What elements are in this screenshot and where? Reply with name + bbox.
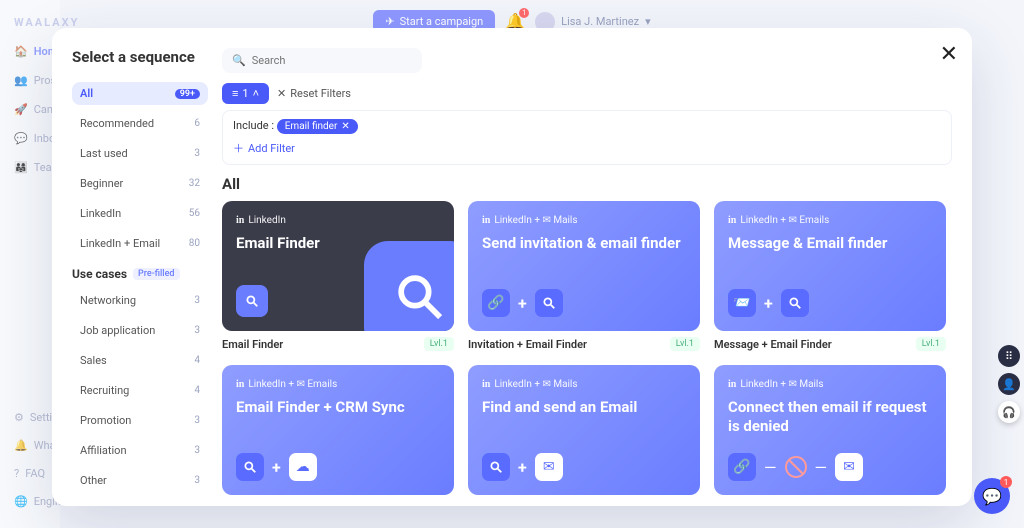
search-icon <box>236 453 264 481</box>
level-badge: Lvl.1 <box>424 337 454 351</box>
sequence-card[interactable]: in LinkedIn + ✉ Mails Send invitation & … <box>468 201 700 351</box>
category-linkedin[interactable]: LinkedIn56 <box>72 202 208 225</box>
mail-icon: ✉ <box>535 453 563 481</box>
category-all[interactable]: All99+ <box>72 82 208 105</box>
use-cases-header: Use casesPre-filled <box>72 267 208 281</box>
filter-chip-email-finder[interactable]: Email finder✕ <box>277 119 358 134</box>
side-fab-column: ⠿ 👤 🎧 <box>998 345 1020 423</box>
sequence-card[interactable]: in LinkedIn + ✉ Emails Email Finder + CR… <box>222 365 454 495</box>
search-field[interactable] <box>252 54 412 67</box>
chat-badge: 1 <box>1000 476 1012 488</box>
usecase-networking[interactable]: Networking3 <box>72 289 208 312</box>
modal-sidebar: Select a sequence All99+ Recommended6 La… <box>52 28 222 506</box>
remove-chip-icon[interactable]: ✕ <box>341 121 349 132</box>
category-linkedin-email[interactable]: LinkedIn + Email80 <box>72 232 208 255</box>
close-icon: ✕ <box>277 87 286 100</box>
modal-main: 🔍 ≡ 1 ˄ ✕Reset Filters Include : Email f… <box>222 28 972 506</box>
reset-filters-button[interactable]: ✕Reset Filters <box>277 87 351 100</box>
category-last-used[interactable]: Last used3 <box>72 142 208 165</box>
linkedin-icon: in <box>236 215 244 226</box>
card-title: Email Finder + CRM Sync <box>236 398 440 417</box>
usecase-other[interactable]: Other3 <box>72 469 208 492</box>
search-icon <box>781 289 809 317</box>
sequence-card[interactable]: in LinkedIn + ✉ Mails Connect then email… <box>714 365 946 495</box>
card-title: Message & Email finder <box>728 234 932 253</box>
select-sequence-modal: ✕ Select a sequence All99+ Recommended6 … <box>52 28 972 506</box>
fab-user-icon[interactable]: 👤 <box>998 373 1020 395</box>
section-title: All <box>222 175 952 193</box>
level-badge: Lvl.1 <box>670 337 700 351</box>
include-label: Include : <box>233 119 274 132</box>
mail-icon: ✉ <box>835 453 863 481</box>
linkedin-icon: in <box>482 379 490 390</box>
category-beginner[interactable]: Beginner32 <box>72 172 208 195</box>
usecase-job-application[interactable]: Job application3 <box>72 319 208 342</box>
link-icon: 🔗 <box>728 453 756 481</box>
chevron-down-icon: ▾ <box>645 15 651 28</box>
sequence-card[interactable]: in LinkedIn Email Finder Email FinderLvl… <box>222 201 454 351</box>
prefilled-badge: Pre-filled <box>133 268 179 280</box>
category-recommended[interactable]: Recommended6 <box>72 112 208 135</box>
link-icon: 🔗 <box>482 289 510 317</box>
usecase-sales[interactable]: Sales4 <box>72 349 208 372</box>
search-icon <box>364 241 454 331</box>
chevron-up-icon: ˄ <box>253 87 259 100</box>
search-input[interactable]: 🔍 <box>222 48 422 73</box>
denied-icon <box>785 456 807 478</box>
search-icon <box>535 289 563 317</box>
fab-support-icon[interactable]: 🎧 <box>998 401 1020 423</box>
usecase-affiliation[interactable]: Affiliation3 <box>72 439 208 462</box>
usecase-recruiting[interactable]: Recruiting4 <box>72 379 208 402</box>
app-sidebar: WAALAXY 🏠 Home 👥 Prospects 🚀 Campaigns 💬… <box>0 0 60 528</box>
level-badge: Lvl.1 <box>916 337 946 351</box>
plus-icon: ＋ <box>233 140 244 156</box>
include-filter-box: Include : Email finder✕ ＋Add Filter <box>222 110 952 165</box>
sequence-card[interactable]: in LinkedIn + ✉ Emails Message & Email f… <box>714 201 946 351</box>
cloud-icon: ☁ <box>289 453 317 481</box>
sequence-grid: in LinkedIn Email Finder Email FinderLvl… <box>222 201 946 495</box>
linkedin-icon: in <box>728 379 736 390</box>
modal-title: Select a sequence <box>72 48 208 66</box>
search-icon <box>482 453 510 481</box>
search-icon: 🔍 <box>232 54 246 67</box>
card-title: Find and send an Email <box>482 398 686 417</box>
add-filter-button[interactable]: ＋Add Filter <box>233 140 941 156</box>
usecase-promotion[interactable]: Promotion3 <box>72 409 208 432</box>
card-title: Send invitation & email finder <box>482 234 686 253</box>
card-title: Connect then email if request is denied <box>728 398 932 436</box>
linkedin-icon: in <box>236 379 244 390</box>
linkedin-icon: in <box>482 215 490 226</box>
close-button[interactable]: ✕ <box>940 42 958 67</box>
density-button[interactable]: ≡ 1 ˄ <box>222 83 269 104</box>
search-icon <box>236 285 268 317</box>
user-name: Lisa J. Martinez <box>561 15 639 28</box>
fab-apps-icon[interactable]: ⠿ <box>998 345 1020 367</box>
send-icon: 📨 <box>728 289 756 317</box>
chat-widget-button[interactable]: 💬1 <box>974 478 1010 514</box>
linkedin-icon: in <box>728 215 736 226</box>
sequence-card[interactable]: in LinkedIn + ✉ Mails Find and send an E… <box>468 365 700 495</box>
